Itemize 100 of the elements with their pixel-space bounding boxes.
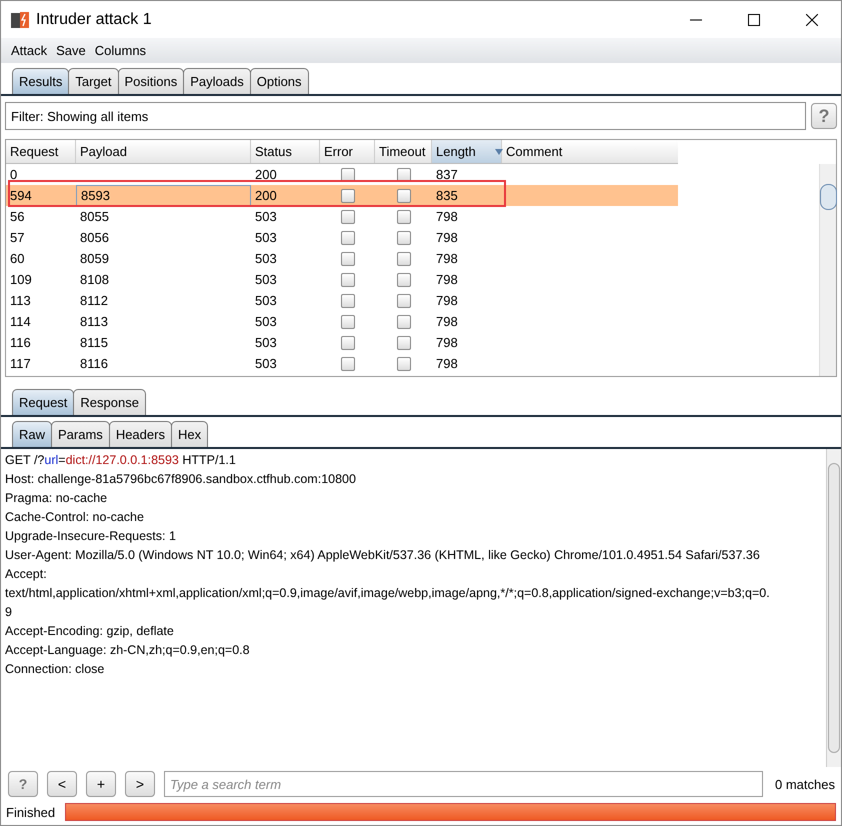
search-nav-button[interactable]: > (125, 771, 155, 797)
status-text: Finished (6, 804, 56, 820)
table-cell-text: 798 (435, 313, 459, 331)
table-cell: 8593 (76, 185, 251, 206)
checkbox[interactable] (396, 230, 410, 244)
column-header[interactable]: Comment (502, 140, 678, 163)
scrollbar[interactable] (826, 449, 841, 767)
table-cell-text: 503 (254, 355, 278, 373)
table-cell-text: 8108 (79, 271, 110, 289)
checkbox[interactable] (340, 230, 354, 244)
checkbox[interactable] (340, 336, 354, 350)
table-row[interactable]: 57 8056 503 798 (6, 227, 678, 248)
checkbox[interactable] (340, 252, 354, 266)
tab[interactable]: Target (68, 68, 118, 94)
table-cell-text: 8059 (79, 250, 110, 268)
tab[interactable]: Options (250, 68, 309, 94)
search-field[interactable]: Type a search term (164, 771, 764, 797)
table-cell-text: 503 (254, 334, 278, 352)
help-button[interactable]: ? (811, 103, 837, 129)
table-cell-text: 837 (435, 166, 459, 184)
search-nav-button[interactable]: ? (8, 771, 38, 797)
checkbox[interactable] (396, 252, 410, 266)
header-line: Cache-Control: no-cache (5, 509, 145, 526)
header-line: Host: challenge-81a5796bc67f8906.sandbox.ctfhub.com:10800 (5, 471, 357, 488)
checkbox[interactable] (396, 168, 410, 182)
table-cell-text: 0 (9, 166, 18, 184)
sort-descending-icon (494, 148, 503, 154)
menu-item[interactable]: Attack (11, 43, 48, 58)
checkbox[interactable] (396, 272, 410, 286)
checkbox[interactable] (396, 294, 410, 308)
checkbox[interactable] (396, 210, 410, 224)
checkbox[interactable] (340, 168, 354, 182)
table-row[interactable]: 114 8113 503 798 (6, 311, 678, 332)
window-title: Intruder attack 1 (36, 10, 153, 28)
table-cell-text: 200 (254, 166, 278, 184)
search-nav-button[interactable]: < (47, 771, 77, 797)
match-count: 0 matches (775, 776, 835, 792)
table-cell-text: 8056 (79, 229, 110, 247)
table-cell-text: 8115 (79, 334, 109, 352)
checkbox[interactable] (340, 314, 354, 328)
table-cell-text: 503 (254, 208, 278, 226)
tab[interactable]: Response (73, 389, 146, 415)
table-row[interactable]: 113 8112 503 798 (6, 290, 678, 311)
column-header[interactable]: Error (320, 140, 375, 163)
table-cell-text: 503 (254, 313, 278, 331)
tab[interactable]: Results (12, 68, 70, 94)
table-cell-text: 798 (435, 229, 459, 247)
table-cell-text: 8116 (79, 355, 109, 373)
header-line: Accept-Language: zh-CN,zh;q=0.9,en;q=0.8 (5, 642, 251, 659)
table-cell-text: 798 (435, 292, 459, 310)
filter-bar[interactable]: Filter: Showing all items (5, 102, 806, 130)
column-header[interactable]: Request (6, 140, 76, 163)
table-cell-text: 503 (254, 229, 278, 247)
header-line: text/html,application/xhtml+xml,application/xml;q=0.9,image/avif,image/webp,image/apng,*/*;q=0.8,application/signed-exchange;v=b3;q=0. (5, 585, 771, 602)
table-cell-text: 594 (9, 187, 33, 205)
column-header[interactable]: Status (251, 140, 320, 163)
table-row[interactable]: 0 200 837 (6, 164, 678, 185)
tab[interactable]: Positions (118, 68, 184, 94)
table-row[interactable]: 116 8115 503 798 (6, 332, 678, 353)
header-line: Connection: close (5, 661, 106, 678)
checkbox[interactable] (340, 272, 354, 286)
checkbox[interactable] (396, 188, 410, 202)
table-cell-text: 114 (9, 313, 32, 331)
table-cell-text: 503 (254, 250, 278, 268)
table-cell-text: 113 (9, 292, 32, 310)
app-logo-icon (10, 10, 30, 30)
checkbox[interactable] (396, 314, 410, 328)
search-nav-button[interactable]: + (86, 771, 116, 797)
tab[interactable]: Hex (170, 421, 208, 447)
request-line: GET /?url=dict://127.0.0.1:8593 HTTP/1.1 (5, 452, 237, 469)
table-row[interactable]: 594 8593 200 835 (6, 185, 678, 206)
table-row[interactable]: 109 8108 503 798 (6, 269, 678, 290)
table-row[interactable]: 56 8055 503 798 (6, 206, 678, 227)
tab[interactable]: Raw (12, 421, 52, 447)
table-cell-text: 117 (9, 355, 32, 373)
table-cell-text: 798 (435, 334, 459, 352)
tab[interactable]: Params (51, 421, 110, 447)
table-cell-text: 798 (435, 355, 459, 373)
column-header[interactable]: Length (432, 140, 502, 163)
column-header[interactable]: Payload (76, 140, 251, 163)
checkbox[interactable] (340, 188, 354, 202)
tab[interactable]: Request (12, 389, 74, 415)
menu-item[interactable]: Save (56, 43, 86, 58)
checkbox[interactable] (340, 294, 354, 308)
checkbox[interactable] (396, 356, 410, 370)
checkbox[interactable] (340, 210, 354, 224)
table-cell-text: 60 (9, 250, 26, 268)
checkbox[interactable] (340, 356, 354, 370)
tab[interactable]: Headers (108, 421, 172, 447)
tab[interactable]: Payloads (183, 68, 251, 94)
header-line: Accept: (5, 566, 48, 583)
scrollbar[interactable] (819, 164, 836, 376)
header-line: Accept-Encoding: gzip, deflate (5, 623, 175, 640)
table-row[interactable]: 117 8116 503 798 (6, 353, 678, 374)
checkbox[interactable] (396, 336, 410, 350)
table-cell-text: 835 (435, 187, 459, 205)
table-row[interactable]: 60 8059 503 798 (6, 248, 678, 269)
header-line: Upgrade-Insecure-Requests: 1 (5, 528, 177, 545)
header-line: 9 (5, 604, 13, 621)
menu-item[interactable]: Columns (94, 43, 146, 58)
